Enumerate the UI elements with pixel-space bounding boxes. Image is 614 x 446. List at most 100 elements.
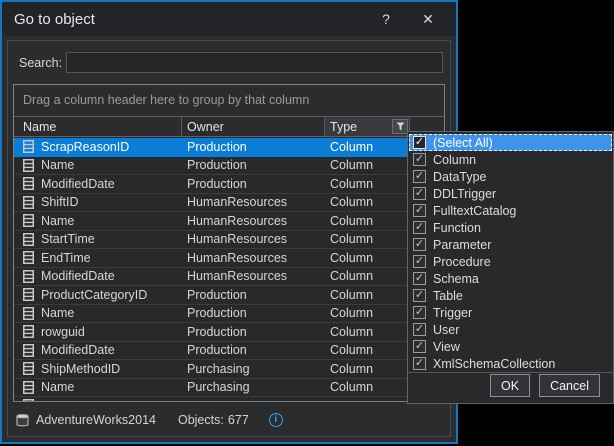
column-header-name[interactable]: Name [14,117,182,136]
column-header-owner[interactable]: Owner [182,117,325,136]
checkbox-checked-icon[interactable]: ✓ [413,221,426,234]
info-icon[interactable]: i [268,413,283,427]
filter-menu-item[interactable]: ✓ Table [409,287,612,304]
filter-menu-item[interactable]: ✓ FulltextCatalog [409,202,612,219]
table-row[interactable]: Name Production Column [14,304,444,323]
filter-item-label: Schema [433,271,479,286]
menu-separator [408,372,613,373]
search-label: Search: [19,55,63,70]
objects-grid: Drag a column header here to group by th… [13,84,445,402]
filter-menu-item[interactable]: ✓ Trigger [409,304,612,321]
filter-menu-item[interactable]: ✓ XmlSchemaCollection [409,355,612,372]
database-icon [16,413,29,426]
table-row[interactable]: Name Purchasing Column [14,378,444,397]
table-row[interactable]: StartTime HumanResources Column [14,230,444,249]
object-name: Name [41,158,75,173]
status-bar: AdventureWorks2014 Objects: 677 i [15,409,443,431]
filter-menu-item[interactable]: ✓ DataType [409,168,612,185]
help-button[interactable]: ? [376,9,396,29]
ok-button[interactable]: OK [490,374,531,397]
object-name: Name [41,213,75,228]
object-owner: HumanResources [187,195,288,210]
column-object-icon [23,343,34,357]
dialog-body: Search: Drag a column header here to gro… [7,40,451,437]
object-name: ShiftID [41,195,79,210]
object-name: Name [41,380,75,395]
object-name: EndTime [41,250,91,265]
column-object-icon [23,158,34,172]
object-type: Column [330,380,374,395]
table-row[interactable]: EndTime HumanResources Column [14,249,444,268]
checkbox-checked-icon[interactable]: ✓ [413,306,426,319]
checkbox-checked-icon[interactable]: ✓ [413,255,426,268]
table-row[interactable]: rowguid Production Column [14,323,444,342]
checkbox-checked-icon[interactable]: ✓ [413,289,426,302]
group-by-hint[interactable]: Drag a column header here to group by th… [14,85,444,117]
object-owner: Production [187,139,247,154]
filter-menu-item[interactable]: ✓ User [409,321,612,338]
column-object-icon [23,232,34,246]
object-owner: HumanResources [187,213,288,228]
checkbox-checked-icon[interactable]: ✓ [413,187,426,200]
filter-menu-item[interactable]: ✓ DDLTrigger [409,185,612,202]
object-owner: Purchasing [187,361,250,376]
table-row[interactable]: ShipMethodID Purchasing Column [14,360,444,379]
filter-menu-item[interactable]: ✓ Schema [409,270,612,287]
close-button[interactable]: ✕ [418,9,438,29]
object-name: ModifiedDate [41,343,115,358]
column-object-icon [23,380,34,394]
checkbox-checked-icon[interactable]: ✓ [413,272,426,285]
checkbox-checked-icon[interactable]: ✓ [413,357,426,370]
filter-menu-item[interactable]: ✓ Function [409,219,612,236]
filter-menu-item[interactable]: ✓ (Select All) [409,134,612,151]
object-owner: Production [187,176,247,191]
filter-item-label: Table [433,288,463,303]
table-row[interactable]: ProductCategoryID Production Column [14,286,444,305]
column-object-icon [23,140,34,154]
object-name: ShipMethodID [41,361,121,376]
type-filter-button[interactable] [392,119,408,134]
dialog-titlebar[interactable]: Go to object ? ✕ [2,2,456,36]
object-name: ProductCategoryID [41,287,148,302]
table-row[interactable] [14,397,444,401]
filter-item-label: DataType [433,169,487,184]
filter-item-label: Function [433,220,481,235]
table-row[interactable]: ModifiedDate HumanResources Column [14,267,444,286]
table-row[interactable]: Name HumanResources Column [14,212,444,231]
filter-item-label: DDLTrigger [433,186,497,201]
object-owner: HumanResources [187,250,288,265]
funnel-icon [396,122,404,131]
object-type: Column [330,158,374,173]
checkbox-checked-icon[interactable]: ✓ [413,153,426,166]
filter-menu-item[interactable]: ✓ Column [409,151,612,168]
column-object-icon [23,195,34,209]
column-header-type[interactable]: Type [325,117,410,136]
checkbox-checked-icon[interactable]: ✓ [413,340,426,353]
checkbox-checked-icon[interactable]: ✓ [413,170,426,183]
column-object-icon [23,306,34,320]
filter-menu-item[interactable]: ✓ View [409,338,612,355]
table-row[interactable]: ShiftID HumanResources Column [14,193,444,212]
checkbox-checked-icon[interactable]: ✓ [413,136,426,149]
cancel-button[interactable]: Cancel [539,374,600,397]
object-type: Column [330,250,374,265]
object-type: Column [330,269,374,284]
grid-rows: ScrapReasonID Production Column Name Pro… [14,138,444,401]
filter-menu-item[interactable]: ✓ Parameter [409,236,612,253]
checkbox-checked-icon[interactable]: ✓ [413,238,426,251]
checkbox-checked-icon[interactable]: ✓ [413,204,426,217]
object-type: Column [330,287,374,302]
object-type: Column [330,306,374,321]
filter-menu-item[interactable]: ✓ Procedure [409,253,612,270]
table-row[interactable]: ModifiedDate Production Column [14,341,444,360]
table-row[interactable]: ScrapReasonID Production Column [14,138,444,157]
objects-count: 677 [227,413,249,427]
search-input[interactable] [66,52,443,73]
type-filter-dropdown: ✓ (Select All) ✓ Column ✓ DataType ✓ DDL… [407,131,614,404]
table-row[interactable]: Name Production Column [14,156,444,175]
checkbox-checked-icon[interactable]: ✓ [413,323,426,336]
search-row: Search: [19,52,443,73]
table-row[interactable]: ModifiedDate Production Column [14,175,444,194]
object-type: Column [330,176,374,191]
object-name: rowguid [41,324,85,339]
